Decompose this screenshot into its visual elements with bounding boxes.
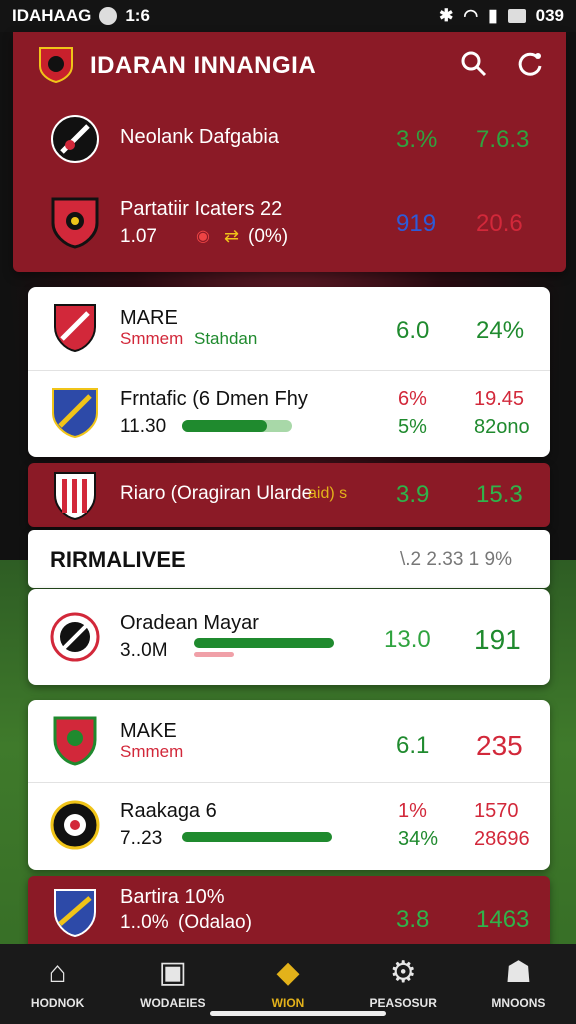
stat-value-2: 19.45 — [474, 388, 525, 410]
search-icon — [461, 51, 487, 77]
stat-value-1b: 5% — [398, 416, 427, 438]
team-subtext: 1..0% — [120, 912, 169, 933]
team-crest-icon — [50, 612, 100, 662]
gear-icon: ⚙ — [389, 956, 417, 989]
nav-label: PEASOSUR — [369, 996, 437, 1010]
stat-value-1: 1% — [398, 800, 427, 822]
team-crest-icon — [52, 388, 98, 439]
team-subtext: 1.07 — [120, 226, 157, 247]
nav-item-home[interactable]: ⌂ HODNOK — [0, 944, 115, 1024]
team-name: Partatiir Icaters 22 — [120, 198, 283, 220]
notification-icon — [99, 7, 118, 25]
list-item[interactable]: MARE Smmem Stahdan 6.0 24% — [28, 287, 550, 371]
stat-value-1: 13.0 — [384, 626, 431, 653]
list-item[interactable]: Raakaga 6 7..23 1% 34% 1570 28696 — [28, 784, 550, 868]
trophy-icon: ◆ — [276, 956, 300, 989]
team-name: Bartira 10% — [120, 886, 225, 908]
list-item[interactable]: Oradean Mayar 3..0M 13.0 191 — [28, 596, 550, 680]
team-crest-icon — [50, 800, 100, 850]
team-subtext: 3..0M — [120, 640, 168, 661]
stat-value-2: 191 — [474, 624, 521, 655]
stat-value-1: 919 — [396, 210, 437, 237]
club-logo — [39, 47, 73, 84]
home-icon: ⌂ — [48, 956, 67, 989]
stat-value-2: 235 — [476, 730, 523, 761]
stat-value-1: 3.9 — [396, 481, 430, 508]
trend-icon: ⇄ — [224, 226, 240, 246]
progress-fill — [194, 638, 334, 648]
nav-label: MNOONS — [491, 996, 546, 1010]
team-crest-icon — [51, 115, 99, 163]
match-band[interactable]: Bartira 10% 1..0% (Odalao) 3.8 1463 — [28, 876, 550, 948]
team-subtext: 11.30 — [120, 416, 167, 437]
team-crest-icon — [54, 304, 96, 353]
secondary-bar — [194, 652, 234, 657]
section-header: RIRMALIVEE \.2 2.33 1 9% — [28, 530, 550, 588]
list-item[interactable]: MAKE Smmem 6.1 235 — [28, 700, 550, 784]
stat-value-2: 1463 — [476, 906, 530, 933]
list-item[interactable]: Neolank Dafgabia 3.% 7.6.3 — [28, 98, 550, 182]
section-title: RIRMALIVEE — [50, 547, 186, 572]
stat-value-2: 15.3 — [476, 481, 523, 508]
stat-value-2: 20.6 — [476, 210, 523, 237]
stat-value-2: 24% — [476, 317, 525, 344]
bottom-navigation: ⌂ HODNOK ▣ WODAEIES ◆ WION ⚙ PEASOSUR ☗ … — [0, 944, 576, 1024]
battery-icon — [507, 9, 526, 23]
search-button[interactable] — [458, 50, 490, 82]
refresh-button[interactable] — [514, 50, 546, 82]
stat-value-2: 1570 — [474, 800, 519, 822]
bluetooth-icon: ✱ — [439, 6, 454, 25]
team-name: Oradean Mayar — [120, 612, 259, 634]
team-crest-icon — [54, 889, 96, 938]
team-subtext: 7..23 — [120, 828, 163, 849]
nav-label: WION — [271, 996, 305, 1010]
home-indicator[interactable] — [210, 1011, 386, 1016]
stat-value-1: 6.0 — [396, 317, 430, 344]
team-subtext: Smmem — [120, 329, 184, 348]
match-band[interactable]: Riaro (Oragiran Ularde aid) s 3.9 15.3 — [28, 463, 550, 527]
nav-label: WODAEIES — [140, 996, 206, 1010]
stat-value-2b: 28696 — [474, 828, 530, 850]
team-subtext: Smmem — [120, 742, 184, 761]
stat-value-1b: 34% — [398, 828, 439, 850]
team-name: Raakaga 6 — [120, 800, 217, 822]
stat-value-1: 6.1 — [396, 732, 430, 759]
list-item[interactable]: Partatiir Icaters 22 1.07 ◉ ⇄ (0%) 919 2… — [28, 182, 550, 266]
team-name: MAKE — [120, 720, 177, 742]
team-crest-icon — [51, 197, 99, 249]
stat-value-2b: 82ono — [474, 416, 530, 438]
team-crest-icon — [53, 716, 97, 766]
carrier-text: IDAHAAG — [12, 6, 92, 25]
stat-value-1: 6% — [398, 388, 427, 410]
team-extra: (0%) — [248, 226, 289, 247]
shirt-icon: ▣ — [158, 956, 187, 989]
team-name: Frntafic (6 Dmen Fhy — [120, 388, 308, 410]
app-title: IDARAN INNANGIA — [90, 52, 317, 79]
team-name: Neolank Dafgabia — [120, 126, 279, 148]
stat-value-1: 3.% — [396, 126, 438, 153]
status-time: 1:6 — [125, 6, 150, 25]
nav-item-profile[interactable]: ☗ MNOONS — [461, 944, 576, 1024]
list-item[interactable]: Frntafic (6 Dmen Fhy 11.30 6% 5% 19.45 8… — [28, 372, 550, 456]
refresh-icon — [518, 52, 542, 76]
eye-icon: ◉ — [196, 228, 210, 245]
profile-icon: ☗ — [504, 956, 532, 989]
nav-label: HODNOK — [30, 996, 85, 1010]
signal-icon: ▮ — [488, 6, 498, 25]
progress-fill — [182, 832, 332, 842]
wifi-icon: ◠ — [463, 6, 479, 25]
team-status: Stahdan — [194, 329, 258, 348]
stat-value-1: 3.8 — [396, 906, 430, 933]
section-meta: \.2 2.33 1 9% — [400, 549, 512, 570]
team-name: MARE — [120, 307, 178, 329]
team-extra: aid) s — [308, 485, 348, 502]
team-name: Riaro (Oragiran Ularde — [120, 483, 313, 504]
stat-value-2: 7.6.3 — [476, 126, 530, 153]
battery-text: 039 — [535, 6, 564, 25]
status-bar: IDAHAAG 1:6 ✱ ◠ ▮ 039 — [0, 0, 576, 32]
team-crest-icon — [54, 472, 96, 521]
team-extra: (Odalao) — [178, 912, 252, 933]
progress-fill — [182, 420, 267, 432]
